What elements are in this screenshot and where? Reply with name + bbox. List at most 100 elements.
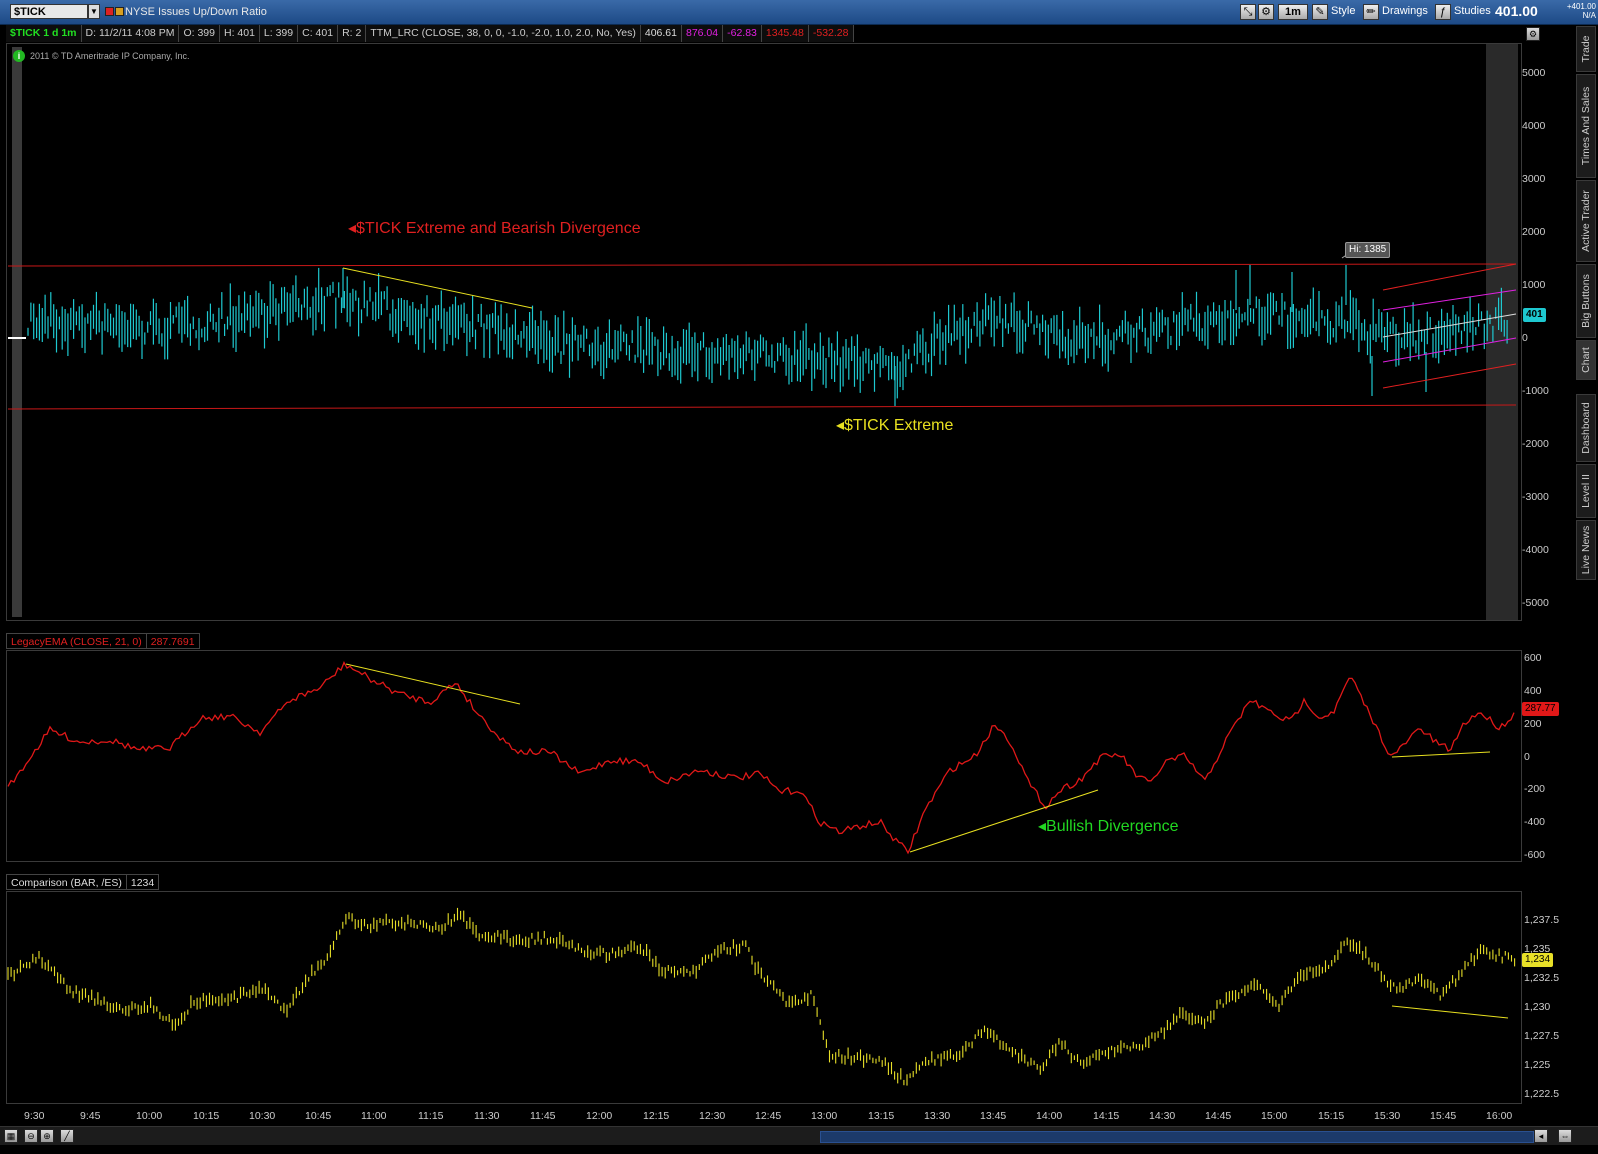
time-label: 14:30 bbox=[1149, 1110, 1176, 1122]
time-label: 14:45 bbox=[1205, 1110, 1232, 1122]
y-tick-label: 0 bbox=[1524, 751, 1530, 763]
y-tick-label: -2000 bbox=[1522, 438, 1549, 450]
time-label: 9:45 bbox=[80, 1110, 101, 1122]
left-scroll-strip[interactable] bbox=[12, 47, 22, 617]
y-tick-label: 1,230 bbox=[1524, 1001, 1551, 1013]
annotation-bearish: ◂$TICK Extreme and Bearish Divergence bbox=[348, 220, 641, 237]
tab-trade[interactable]: Trade bbox=[1576, 26, 1596, 72]
time-label: 13:45 bbox=[980, 1110, 1007, 1122]
y-tick-label: 1,237.5 bbox=[1524, 914, 1560, 926]
ema-study-value: 287.7691 bbox=[145, 633, 200, 649]
zoom-in-icon[interactable]: ⊕ bbox=[40, 1129, 54, 1143]
y-tick-label: -3000 bbox=[1522, 491, 1549, 503]
y-tick-label: -200 bbox=[1524, 783, 1546, 795]
comparison-study-value: 1234 bbox=[125, 874, 160, 890]
tick-panel[interactable] bbox=[6, 43, 1522, 621]
study-value-5: -532.28 bbox=[808, 25, 854, 42]
time-label: 15:00 bbox=[1261, 1110, 1288, 1122]
chart-header: $TICK 1 d 1m D: 11/2/11 4:08 PM O: 399 H… bbox=[6, 25, 854, 42]
low-readout: L: 399 bbox=[259, 25, 299, 42]
study-value-3: -62.83 bbox=[723, 25, 762, 42]
y-tick-label: 1,225 bbox=[1524, 1059, 1551, 1071]
net-change: +401.00 N/A bbox=[1566, 2, 1596, 20]
time-label: 14:15 bbox=[1093, 1110, 1120, 1122]
time-label: 12:00 bbox=[586, 1110, 613, 1122]
settings-icon[interactable]: ⚙ bbox=[1258, 4, 1274, 20]
comparison-panel-header: Comparison (BAR, /ES) 1234 bbox=[6, 874, 160, 890]
expansion-area bbox=[1486, 44, 1518, 620]
grid-icon[interactable]: ▦ bbox=[4, 1129, 18, 1143]
drawings-menu[interactable]: Drawings bbox=[1382, 5, 1428, 17]
hi-tag: Hi: 1385 bbox=[1345, 242, 1391, 258]
time-label: 10:00 bbox=[136, 1110, 163, 1122]
es-price-tag: 1,234 bbox=[1522, 953, 1554, 967]
annotation-extreme: ◂$TICK Extreme bbox=[836, 417, 954, 434]
horizontal-scrollbar[interactable] bbox=[820, 1131, 1534, 1143]
time-label: 15:45 bbox=[1430, 1110, 1457, 1122]
time-label: 12:30 bbox=[699, 1110, 726, 1122]
time-label: 11:30 bbox=[474, 1110, 500, 1122]
ema-price-tag: 287.77 bbox=[1522, 702, 1559, 716]
tab-active-trader[interactable]: Active Trader bbox=[1576, 180, 1596, 262]
compress-icon[interactable]: ⤡ bbox=[1240, 4, 1256, 20]
tab-chart[interactable]: Chart bbox=[1576, 340, 1596, 380]
study-value-4: 1345.48 bbox=[761, 25, 809, 42]
link-orange-icon[interactable] bbox=[115, 7, 124, 16]
scroll-left-icon[interactable]: ◂ bbox=[1534, 1129, 1548, 1143]
symbol-description: NYSE Issues Up/Down Ratio bbox=[125, 6, 267, 18]
tick-price-tag: 401 bbox=[1523, 308, 1546, 322]
tab-level-ii[interactable]: Level II bbox=[1576, 464, 1596, 518]
y-tick-label: 3000 bbox=[1522, 173, 1546, 185]
y-tick-label: 0 bbox=[1522, 332, 1528, 344]
time-label: 15:15 bbox=[1318, 1110, 1345, 1122]
y-tick-label: -4000 bbox=[1522, 544, 1549, 556]
y-tick-label: -600 bbox=[1524, 849, 1546, 861]
ema-panel[interactable] bbox=[6, 650, 1522, 862]
drawings-icon[interactable]: ✏ bbox=[1363, 4, 1379, 20]
y-tick-label: 1000 bbox=[1522, 279, 1546, 291]
last-price: 401.00 bbox=[1495, 3, 1538, 19]
scroll-fit-icon[interactable]: ⇔ bbox=[1558, 1129, 1572, 1143]
symbol-dropdown-icon[interactable]: ▼ bbox=[88, 4, 100, 19]
style-menu[interactable]: Style bbox=[1331, 5, 1355, 17]
y-tick-label: 1,235 bbox=[1524, 943, 1551, 955]
y-tick-label: -1000 bbox=[1522, 385, 1549, 397]
time-label: 12:45 bbox=[755, 1110, 782, 1122]
symbol-input[interactable]: $TICK bbox=[10, 4, 88, 19]
info-icon[interactable]: i bbox=[13, 50, 25, 62]
tab-times-and-sales[interactable]: Times And Sales bbox=[1576, 74, 1596, 178]
comparison-panel[interactable] bbox=[6, 891, 1522, 1104]
close-readout: C: 401 bbox=[298, 25, 339, 42]
style-icon[interactable]: ✎ bbox=[1312, 4, 1328, 20]
studies-icon[interactable]: ƒ bbox=[1435, 4, 1451, 20]
tab-live-news[interactable]: Live News bbox=[1576, 520, 1596, 580]
tab-dashboard[interactable]: Dashboard bbox=[1576, 394, 1596, 462]
y-tick-label: 600 bbox=[1524, 652, 1542, 664]
chart-label[interactable]: $TICK 1 d 1m bbox=[6, 25, 82, 42]
time-label: 9:30 bbox=[24, 1110, 45, 1122]
time-label: 11:00 bbox=[361, 1110, 387, 1122]
zoom-out-icon[interactable]: ⊖ bbox=[24, 1129, 38, 1143]
copyright-text: 2011 © TD Ameritrade IP Company, Inc. bbox=[30, 51, 190, 61]
time-label: 10:45 bbox=[305, 1110, 332, 1122]
chart-settings-icon[interactable]: ⚙ bbox=[1526, 27, 1540, 41]
study-value-1: 406.61 bbox=[640, 25, 682, 42]
study-value-2: 876.04 bbox=[682, 25, 724, 42]
annotation-arrow-icon: ◂ bbox=[348, 220, 357, 237]
y-tick-label: -400 bbox=[1524, 816, 1546, 828]
studies-menu[interactable]: Studies bbox=[1454, 5, 1491, 17]
draw-line-icon[interactable]: ╱ bbox=[60, 1129, 74, 1143]
link-red-icon[interactable] bbox=[105, 7, 114, 16]
time-label: 10:30 bbox=[249, 1110, 276, 1122]
y-tick-label: 5000 bbox=[1522, 67, 1546, 79]
y-tick-label: 4000 bbox=[1522, 120, 1546, 132]
time-label: 11:15 bbox=[418, 1110, 444, 1122]
tab-big-buttons[interactable]: Big Buttons bbox=[1576, 264, 1596, 338]
study-label[interactable]: TTM_LRC (CLOSE, 38, 0, 0, -1.0, -2.0, 1.… bbox=[366, 25, 641, 42]
time-label: 11:45 bbox=[530, 1110, 556, 1122]
timeframe-button[interactable]: 1m bbox=[1278, 4, 1308, 20]
y-tick-label: 200 bbox=[1524, 718, 1542, 730]
ema-study-label[interactable]: LegacyEMA (CLOSE, 21, 0) bbox=[6, 633, 147, 649]
range-readout: R: 2 bbox=[338, 25, 367, 42]
comparison-study-label[interactable]: Comparison (BAR, /ES) bbox=[6, 874, 127, 890]
